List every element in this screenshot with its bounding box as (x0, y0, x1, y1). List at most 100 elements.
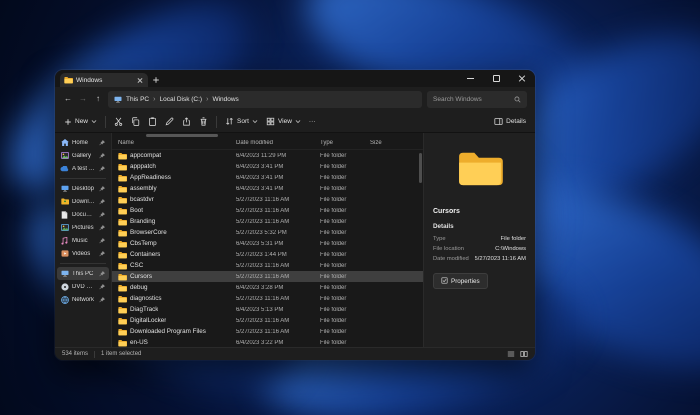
sidebar-item-desktop[interactable]: Desktop (57, 182, 109, 195)
pin-icon (99, 166, 106, 172)
file-type: File folder (320, 318, 370, 324)
sidebar-item-icon (60, 139, 69, 146)
sidebar-item-label: Network (72, 297, 96, 303)
file-row[interactable]: debug 6/4/2023 3:28 PM File folder (112, 282, 423, 293)
tab-windows[interactable]: Windows (60, 73, 148, 87)
vertical-scrollbar-thumb[interactable] (419, 153, 422, 183)
file-row[interactable]: DigitalLocker 5/27/2023 11:16 AM File fo… (112, 315, 423, 326)
breadcrumb-item[interactable]: Windows (212, 96, 238, 103)
sidebar-item-music[interactable]: Music (57, 234, 109, 247)
cut-icon[interactable] (114, 117, 123, 126)
file-name: Boot (130, 207, 143, 214)
new-tab-button[interactable] (148, 73, 164, 87)
file-name: Containers (130, 251, 160, 258)
new-button[interactable]: New (64, 118, 97, 126)
folder-icon (118, 339, 127, 347)
file-row[interactable]: BrowserCore 5/27/2023 5:32 PM File folde… (112, 227, 423, 238)
file-date-modified: 5/27/2023 5:32 PM (236, 230, 320, 236)
file-row[interactable]: apppatch 6/4/2023 3:41 PM File folder (112, 161, 423, 172)
sidebar-item-icon (60, 296, 69, 304)
chevron-down-icon (295, 119, 301, 124)
file-row[interactable]: bcastdvr 5/27/2023 11:16 AM File folder (112, 194, 423, 205)
sidebar-item-this-pc[interactable]: This PC (57, 267, 109, 280)
sidebar-item-a-test-personal[interactable]: A test - Personal (57, 162, 109, 175)
file-type: File folder (320, 164, 370, 170)
details-view-toggle-icon[interactable] (507, 350, 515, 358)
sidebar-item-home[interactable]: Home (57, 136, 109, 149)
toolbar-separator (105, 116, 106, 128)
sidebar-item-gallery[interactable]: Gallery (57, 149, 109, 162)
file-type: File folder (320, 186, 370, 192)
column-header-type[interactable]: Type (320, 140, 370, 146)
maximize-button[interactable] (483, 70, 509, 87)
file-row[interactable]: CbsTemp 6/4/2023 5:31 PM File folder (112, 238, 423, 249)
properties-button[interactable]: Properties (433, 273, 488, 289)
file-row[interactable]: DiagTrack 6/4/2023 5:13 PM File folder (112, 304, 423, 315)
file-name: debug (130, 284, 148, 291)
file-row[interactable]: Downloaded Program Files 5/27/2023 11:16… (112, 326, 423, 337)
file-row[interactable]: Containers 5/27/2023 1:44 PM File folder (112, 249, 423, 260)
close-button[interactable] (509, 70, 535, 87)
file-date-modified: 5/27/2023 11:16 AM (236, 296, 320, 302)
sidebar-item-label: A test - Personal (72, 166, 96, 172)
details-toggle-button[interactable]: Details (494, 117, 526, 126)
file-type: File folder (320, 252, 370, 258)
details-value: C:\Windows (495, 246, 526, 252)
file-row[interactable]: Boot 5/27/2023 11:16 AM File folder (112, 205, 423, 216)
column-header-size[interactable]: Size (370, 140, 423, 146)
paste-icon[interactable] (148, 117, 157, 126)
sidebar-item-network[interactable]: Network (57, 293, 109, 306)
breadcrumb-chevron-icon[interactable]: › (206, 96, 208, 103)
column-header-name[interactable]: Name (118, 140, 236, 146)
new-label: New (75, 118, 88, 125)
file-row[interactable]: diagnostics 5/27/2023 11:16 AM File fold… (112, 293, 423, 304)
file-row[interactable]: Branding 5/27/2023 11:16 AM File folder (112, 216, 423, 227)
toolbar-separator (216, 116, 217, 128)
large-icons-view-toggle-icon[interactable] (520, 350, 528, 358)
file-row[interactable]: assembly 6/4/2023 3:41 PM File folder (112, 183, 423, 194)
delete-icon[interactable] (199, 117, 208, 126)
file-row[interactable]: Cursors 5/27/2023 11:16 AM File folder (112, 271, 423, 282)
pin-icon (99, 225, 106, 231)
file-date-modified: 6/4/2023 3:22 PM (236, 340, 320, 346)
file-row[interactable]: en-US 6/4/2023 3:22 PM File folder (112, 337, 423, 347)
copy-icon[interactable] (131, 117, 140, 126)
file-date-modified: 6/4/2023 3:41 PM (236, 186, 320, 192)
properties-icon (441, 277, 448, 286)
breadcrumb-item[interactable]: Local Disk (C:) (159, 96, 202, 103)
breadcrumb-chevron-icon[interactable]: › (153, 96, 155, 103)
back-icon[interactable]: ← (63, 95, 73, 103)
sidebar-separator (60, 263, 106, 264)
details-section-label[interactable]: Details (424, 223, 535, 230)
file-row[interactable]: CSC 5/27/2023 11:16 AM File folder (112, 260, 423, 271)
horizontal-scrollbar-thumb[interactable] (146, 134, 218, 137)
file-row[interactable]: AppReadiness 6/4/2023 3:41 PM File folde… (112, 172, 423, 183)
breadcrumb[interactable]: This PC › Local Disk (C:) › Windows (108, 91, 422, 108)
address-bar: ← → ↑ This PC › Local Disk (C:) › Windows Se… (55, 87, 535, 111)
more-options-button[interactable]: ··· (309, 118, 316, 125)
view-button[interactable]: View (266, 117, 301, 126)
file-name: Branding (130, 218, 155, 225)
file-name: diagnostics (130, 295, 162, 302)
view-icon (266, 117, 275, 126)
file-row[interactable]: appcompat 6/4/2023 11:29 PM File folder (112, 150, 423, 161)
sidebar-item-pictures[interactable]: Pictures (57, 221, 109, 234)
forward-icon[interactable]: → (78, 95, 88, 103)
column-header-date-modified[interactable]: Date modified (236, 140, 320, 146)
sort-button[interactable]: Sort (225, 117, 258, 126)
item-count: 534 items (62, 351, 88, 357)
folder-icon (118, 218, 127, 226)
tab-close-icon[interactable] (136, 76, 144, 84)
sidebar-item-dvd-drive-d-ccc[interactable]: DVD Drive (D:) CCC (57, 280, 109, 293)
search-input[interactable]: Search Windows (427, 91, 527, 108)
up-icon[interactable]: ↑ (93, 95, 103, 103)
rename-icon[interactable] (165, 117, 174, 126)
file-name: bcastdvr (130, 196, 154, 203)
minimize-button[interactable] (457, 70, 483, 87)
sidebar-item-downloads[interactable]: Downloads (57, 195, 109, 208)
sidebar-item-videos[interactable]: Videos (57, 247, 109, 260)
share-icon[interactable] (182, 117, 191, 126)
sidebar-item-documents[interactable]: Documents (57, 208, 109, 221)
breadcrumb-item[interactable]: This PC (126, 96, 149, 103)
folder-icon (118, 295, 127, 303)
